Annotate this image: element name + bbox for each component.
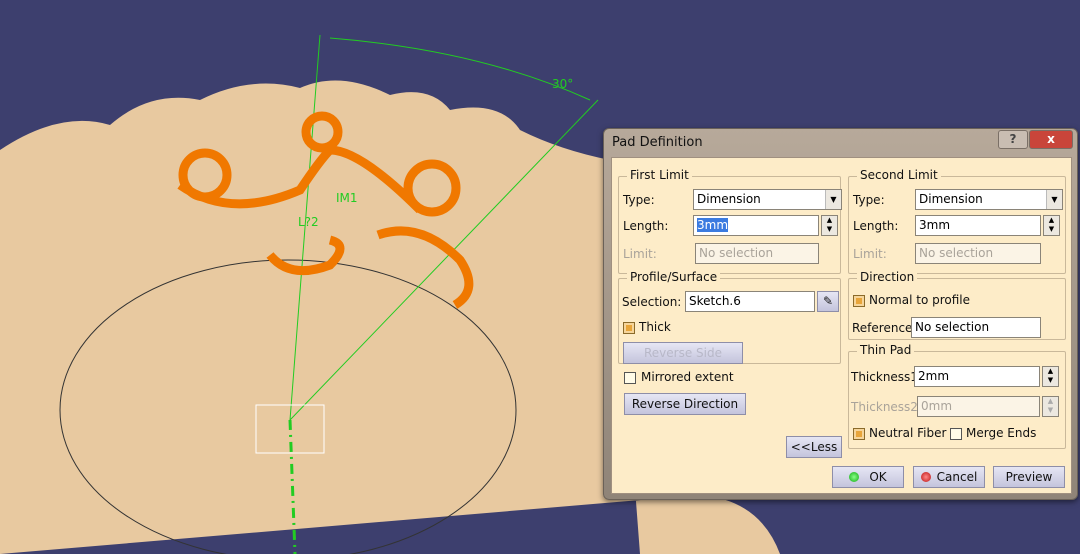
thin-pad-title: Thin Pad [857,343,915,357]
type-value: Dimension [919,192,983,206]
first-limit-group: First Limit Type: Dimension ▼ Length: 3mm… [618,168,842,274]
mirrored-extent-label: Mirrored extent [641,370,734,384]
limit-label: Limit: [853,247,887,261]
first-length-input[interactable]: 3mm [693,215,819,236]
type-label: Type: [623,193,655,207]
normal-to-profile-label: Normal to profile [869,293,970,307]
selection-input[interactable]: Sketch.6 [685,291,815,312]
mirrored-extent-checkbox[interactable] [624,372,636,384]
reference-label: Reference: [852,321,917,335]
preview-button[interactable]: Preview [993,466,1065,488]
cancel-icon [920,472,931,482]
constraint-label-b: L?2 [298,215,319,229]
chevron-down-icon: ▼ [825,190,841,209]
dialog-body: First Limit Type: Dimension ▼ Length: 3mm… [611,157,1072,494]
neutral-fiber-label: Neutral Fiber [869,426,947,440]
second-limit-group: Second Limit Type: Dimension ▼ Length: 3m… [848,168,1066,274]
profile-surface-group: Profile/Surface Selection: Sketch.6 ✎ Th… [618,270,841,364]
thickness1-spinner[interactable]: ▲ ▼ [1042,366,1059,387]
length-spinner[interactable]: ▲ ▼ [1043,215,1060,236]
ok-icon [849,472,860,482]
second-type-select[interactable]: Dimension ▼ [915,189,1063,210]
first-type-select[interactable]: Dimension ▼ [693,189,842,210]
dialog-title: Pad Definition [612,135,703,150]
cancel-button[interactable]: Cancel [913,466,985,488]
neutral-fiber-checkbox[interactable] [853,428,865,440]
angle-label: 30° [552,77,573,91]
type-label: Type: [853,193,885,207]
first-limit-title: First Limit [627,168,692,182]
reverse-direction-button[interactable]: Reverse Direction [624,393,746,415]
thickness2-label: Thickness2: [851,400,922,414]
thickness2-input[interactable]: 0mm [917,396,1040,417]
close-button[interactable]: x [1029,130,1073,149]
second-limit-input[interactable]: No selection [915,243,1041,264]
ok-button[interactable]: OK [832,466,904,488]
length-value: 3mm [697,218,729,232]
direction-title: Direction [857,270,918,284]
constraint-label-a: IM1 [336,191,358,205]
less-button[interactable]: <<Less [786,436,842,458]
ok-label: OK [869,470,887,484]
pad-definition-dialog: Pad Definition ? x First Limit Type: Dim… [603,128,1078,500]
merge-ends-label: Merge Ends [966,426,1037,440]
length-label: Length: [853,219,899,233]
direction-group: Direction Normal to profile Reference: N… [848,270,1066,340]
thin-pad-group: Thin Pad Thickness1 2mm ▲ ▼ Thickness2: 0… [848,343,1066,449]
thick-label: Thick [639,320,671,334]
profile-title: Profile/Surface [627,270,721,284]
second-limit-title: Second Limit [857,168,941,182]
length-label: Length: [623,219,669,233]
selection-label: Selection: [622,295,682,309]
edit-sketch-icon[interactable]: ✎ [817,291,839,312]
first-limit-input[interactable]: No selection [695,243,819,264]
thickness1-label: Thickness1 [851,370,918,384]
length-spinner[interactable]: ▲ ▼ [821,215,838,236]
limit-label: Limit: [623,247,657,261]
thickness2-spinner[interactable]: ▲ ▼ [1042,396,1059,417]
normal-to-profile-checkbox[interactable] [853,295,865,307]
second-length-input[interactable]: 3mm [915,215,1041,236]
thickness1-input[interactable]: 2mm [914,366,1040,387]
reference-input[interactable]: No selection [911,317,1041,338]
chevron-down-icon: ▼ [1046,190,1062,209]
type-value: Dimension [697,192,761,206]
cancel-label: Cancel [936,470,978,484]
thick-checkbox[interactable] [623,322,635,334]
merge-ends-checkbox[interactable] [950,428,962,440]
reverse-side-button[interactable]: Reverse Side [623,342,743,364]
help-button[interactable]: ? [998,130,1028,149]
